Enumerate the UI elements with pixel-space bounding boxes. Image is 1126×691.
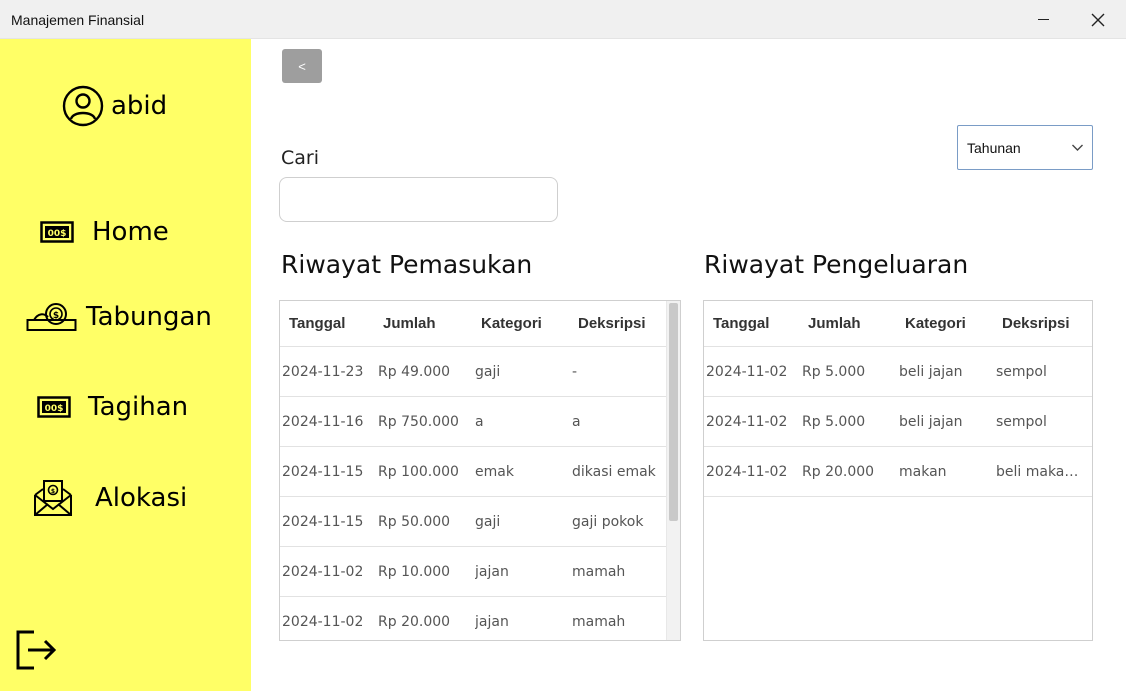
chevron-down-icon bbox=[1072, 144, 1083, 151]
title-bar: Manajemen Finansial bbox=[0, 0, 1126, 39]
table-cell: beli jajan bbox=[899, 413, 963, 430]
table-cell: - bbox=[572, 363, 578, 380]
table-cell: emak bbox=[475, 463, 514, 480]
expense-table: Tanggal Jumlah Kategori Deksripsi 2024-1… bbox=[703, 300, 1093, 641]
coin-hand-icon: $ bbox=[26, 303, 77, 331]
table-cell: a bbox=[475, 413, 484, 430]
back-button[interactable]: < bbox=[282, 49, 322, 83]
sidebar-item-alokasi[interactable]: $ Alokasi bbox=[33, 479, 187, 517]
table-cell: beli jajan bbox=[899, 363, 963, 380]
sidebar-item-tagihan[interactable]: 00$ Tagihan bbox=[37, 392, 188, 422]
sidebar: abid 00$ Home $ Tabungan 00$ Tagihan $ A… bbox=[0, 39, 251, 691]
table-cell: 2024-11-23 bbox=[282, 363, 364, 380]
table-cell: 2024-11-02 bbox=[282, 613, 364, 630]
table-cell: mamah bbox=[572, 563, 626, 580]
money-bill-icon: 00$ bbox=[37, 396, 71, 418]
close-button[interactable] bbox=[1075, 0, 1121, 39]
sidebar-item-home[interactable]: 00$ Home bbox=[40, 217, 169, 247]
table-row[interactable]: 2024-11-02 Rp 5.000 beli jajan sempol bbox=[704, 397, 1092, 447]
table-cell: Rp 750.000 bbox=[378, 413, 459, 430]
income-title: Riwayat Pemasukan bbox=[281, 250, 533, 279]
money-bill-icon: 00$ bbox=[40, 221, 74, 243]
table-cell: Rp 100.000 bbox=[378, 463, 459, 480]
table-cell: Rp 20.000 bbox=[802, 463, 875, 480]
table-cell: gaji bbox=[475, 363, 501, 380]
table-cell: 2024-11-02 bbox=[706, 363, 788, 380]
svg-text:$: $ bbox=[51, 488, 55, 495]
table-cell: 2024-11-15 bbox=[282, 463, 364, 480]
table-cell: jajan bbox=[475, 613, 509, 630]
table-cell: Rp 49.000 bbox=[378, 363, 451, 380]
table-cell: beli makan ... bbox=[996, 463, 1082, 480]
sidebar-item-label: Tabungan bbox=[86, 302, 212, 332]
close-icon bbox=[1091, 13, 1105, 26]
svg-text:$: $ bbox=[53, 311, 59, 321]
minimize-button[interactable] bbox=[1020, 0, 1066, 39]
column-header[interactable]: Deksripsi bbox=[578, 315, 646, 332]
table-cell: 2024-11-16 bbox=[282, 413, 364, 430]
scrollbar-thumb[interactable] bbox=[669, 303, 678, 521]
table-row[interactable]: 2024-11-23 Rp 49.000 gaji - bbox=[280, 347, 666, 397]
table-cell: jajan bbox=[475, 563, 509, 580]
sidebar-item-tabungan[interactable]: $ Tabungan bbox=[26, 301, 212, 333]
search-label: Cari bbox=[281, 147, 319, 169]
logout-icon bbox=[16, 630, 57, 670]
table-row[interactable]: 2024-11-15 Rp 50.000 gaji gaji pokok bbox=[280, 497, 666, 547]
income-table: Tanggal Jumlah Kategori Deksripsi 2024-1… bbox=[279, 300, 681, 641]
table-cell: dikasi emak bbox=[572, 463, 656, 480]
sidebar-item-label: Tagihan bbox=[88, 392, 189, 422]
period-select[interactable]: Tahunan bbox=[957, 125, 1093, 170]
minimize-icon bbox=[1037, 19, 1049, 20]
user-icon bbox=[62, 85, 104, 127]
search-input[interactable] bbox=[279, 177, 558, 222]
scrollbar[interactable] bbox=[666, 301, 680, 640]
table-cell: a bbox=[572, 413, 581, 430]
sidebar-item-label: Home bbox=[92, 217, 169, 247]
table-cell: makan bbox=[899, 463, 947, 480]
column-header[interactable]: Deksripsi bbox=[1002, 315, 1070, 332]
sidebar-item-label: Alokasi bbox=[95, 483, 188, 513]
envelope-money-icon: $ bbox=[34, 480, 72, 516]
window-title: Manajemen Finansial bbox=[11, 12, 145, 28]
table-cell: mamah bbox=[572, 613, 626, 630]
column-header[interactable]: Kategori bbox=[905, 315, 966, 332]
table-cell: Rp 5.000 bbox=[802, 413, 866, 430]
column-header[interactable]: Tanggal bbox=[289, 315, 345, 332]
table-cell: sempol bbox=[996, 413, 1047, 430]
column-header[interactable]: Tanggal bbox=[713, 315, 769, 332]
svg-text:00$: 00$ bbox=[45, 404, 64, 414]
table-cell: 2024-11-02 bbox=[282, 563, 364, 580]
table-cell: Rp 5.000 bbox=[802, 363, 866, 380]
table-cell: gaji bbox=[475, 513, 501, 530]
column-header[interactable]: Kategori bbox=[481, 315, 542, 332]
expense-title: Riwayat Pengeluaran bbox=[704, 250, 969, 279]
user-profile: abid bbox=[62, 85, 167, 127]
table-cell: Rp 50.000 bbox=[378, 513, 451, 530]
period-select-value: Tahunan bbox=[967, 140, 1021, 156]
table-cell: Rp 10.000 bbox=[378, 563, 451, 580]
table-header: Tanggal Jumlah Kategori Deksripsi bbox=[704, 301, 1092, 347]
table-cell: gaji pokok bbox=[572, 513, 644, 530]
logout-button[interactable] bbox=[14, 629, 58, 676]
column-header[interactable]: Jumlah bbox=[808, 315, 861, 332]
column-header[interactable]: Jumlah bbox=[383, 315, 436, 332]
user-name: abid bbox=[111, 91, 168, 121]
table-cell: Rp 20.000 bbox=[378, 613, 451, 630]
table-cell: sempol bbox=[996, 363, 1047, 380]
table-cell: 2024-11-15 bbox=[282, 513, 364, 530]
table-row[interactable]: 2024-11-15 Rp 100.000 emak dikasi emak bbox=[280, 447, 666, 497]
svg-text:00$: 00$ bbox=[48, 229, 67, 239]
table-row[interactable]: 2024-11-02 Rp 20.000 jajan mamah bbox=[280, 597, 666, 640]
table-cell: 2024-11-02 bbox=[706, 413, 788, 430]
table-row[interactable]: 2024-11-16 Rp 750.000 a a bbox=[280, 397, 666, 447]
table-row[interactable]: 2024-11-02 Rp 5.000 beli jajan sempol bbox=[704, 347, 1092, 397]
table-header: Tanggal Jumlah Kategori Deksripsi bbox=[280, 301, 668, 347]
table-row[interactable]: 2024-11-02 Rp 20.000 makan beli makan ... bbox=[704, 447, 1092, 497]
table-cell: 2024-11-02 bbox=[706, 463, 788, 480]
table-row[interactable]: 2024-11-02 Rp 10.000 jajan mamah bbox=[280, 547, 666, 597]
